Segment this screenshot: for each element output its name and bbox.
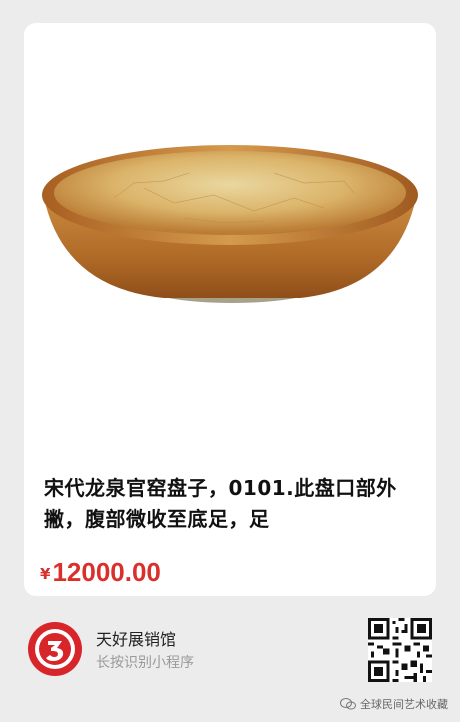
shop-name: 天好展销馆 [96,630,177,649]
qr-code-icon[interactable] [368,618,432,682]
product-price: ¥12000.00 [40,557,161,588]
product-card[interactable]: 宋代龙泉官窑盘子，0101.此盘口部外撇，腹部微收至底足，足 ¥12000.00 [24,23,436,596]
mini-program-footer: 天好展销馆 长按识别小程序 全球民间艺术收藏 [0,596,460,722]
watermark-text: 全球民间艺术收藏 [360,698,448,711]
shop-logo-icon [28,622,82,676]
price-amount: 12000.00 [52,557,161,587]
price-currency: ¥ [40,565,51,583]
wechat-bubble-icon [340,698,356,710]
product-title: 宋代龙泉官窑盘子，0101.此盘口部外撇，腹部微收至底足，足 [44,476,397,531]
product-image[interactable] [24,23,436,433]
shop-subtitle: 长按识别小程序 [96,655,194,671]
watermark: 全球民间艺术收藏 [340,696,448,712]
